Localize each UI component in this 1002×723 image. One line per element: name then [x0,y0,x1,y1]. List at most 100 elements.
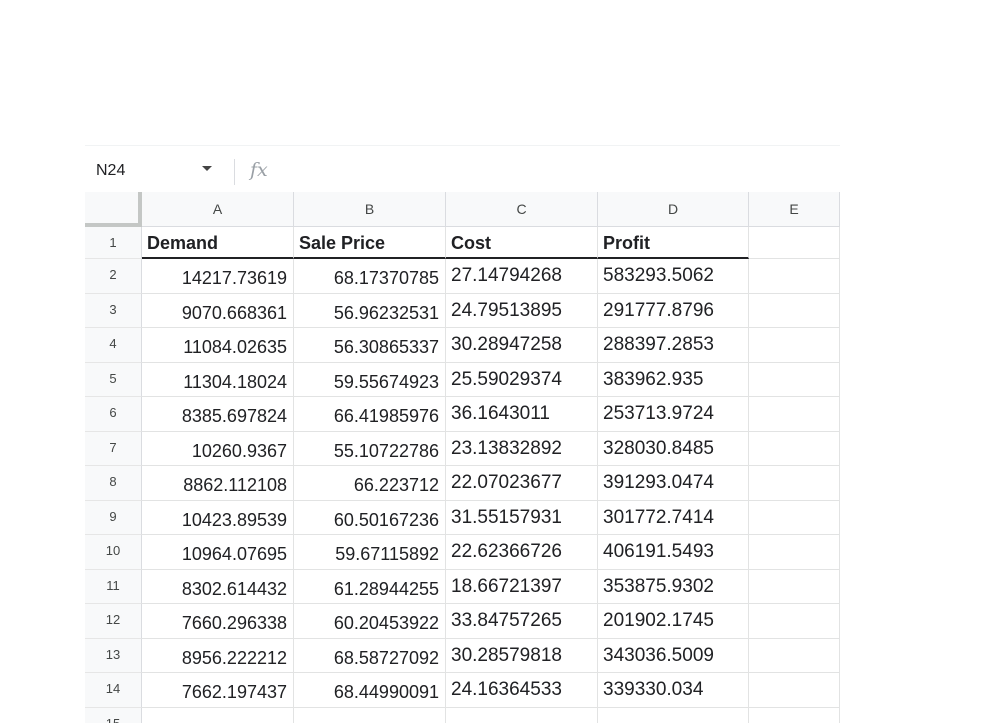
data-cell[interactable]: 201902.1745 [598,604,749,639]
data-cell[interactable]: 27.14794268 [446,259,598,294]
data-cell[interactable]: 60.50167236 [294,500,446,535]
empty-cell[interactable] [749,431,840,466]
empty-cell[interactable] [749,466,840,501]
data-cell[interactable]: 8385.697824 [142,397,294,432]
row-header[interactable]: 14 [85,673,142,708]
empty-cell[interactable] [749,707,840,723]
data-cell[interactable]: 33.84757265 [446,604,598,639]
header-cell[interactable]: Demand [142,227,294,259]
data-cell[interactable]: 8302.614432 [142,569,294,604]
data-cell[interactable]: 66.41985976 [294,397,446,432]
empty-cell[interactable] [749,362,840,397]
data-cell[interactable]: 10423.89539 [142,500,294,535]
data-cell[interactable]: 36.1643011 [446,397,598,432]
row-header[interactable]: 3 [85,293,142,328]
data-cell[interactable]: 383962.935 [598,362,749,397]
data-cell[interactable]: 10964.07695 [142,535,294,570]
data-cell[interactable]: 66.223712 [294,466,446,501]
row-header[interactable]: 4 [85,328,142,363]
row-header[interactable]: 13 [85,638,142,673]
data-cell[interactable] [446,707,598,723]
data-cell[interactable]: 68.17370785 [294,259,446,294]
row-header[interactable]: 6 [85,397,142,432]
data-cell[interactable]: 22.62366726 [446,535,598,570]
empty-cell[interactable] [749,293,840,328]
select-all-corner[interactable] [85,192,142,227]
row-header[interactable]: 8 [85,466,142,501]
data-cell[interactable]: 328030.8485 [598,431,749,466]
row-header[interactable]: 1 [85,227,142,259]
row-header[interactable]: 2 [85,259,142,294]
empty-cell[interactable] [749,500,840,535]
row-header[interactable]: 9 [85,500,142,535]
header-cell[interactable]: Sale Price [294,227,446,259]
data-cell[interactable]: 68.44990091 [294,673,446,708]
data-cell[interactable]: 60.20453922 [294,604,446,639]
data-cell[interactable]: 56.96232531 [294,293,446,328]
data-cell[interactable] [294,707,446,723]
data-cell[interactable]: 23.13832892 [446,431,598,466]
data-cell[interactable]: 30.28579818 [446,638,598,673]
data-cell[interactable]: 583293.5062 [598,259,749,294]
row-header[interactable]: 12 [85,604,142,639]
empty-cell[interactable] [749,535,840,570]
column-header-a[interactable]: A [142,192,294,227]
data-cell[interactable] [598,707,749,723]
data-cell[interactable]: 353875.9302 [598,569,749,604]
data-cell[interactable]: 56.30865337 [294,328,446,363]
data-cell[interactable]: 8956.222212 [142,638,294,673]
data-cell[interactable]: 31.55157931 [446,500,598,535]
data-cell[interactable]: 406191.5493 [598,535,749,570]
data-cell[interactable]: 30.28947258 [446,328,598,363]
data-cell[interactable]: 301772.7414 [598,500,749,535]
data-cell[interactable]: 24.79513895 [446,293,598,328]
data-cell[interactable]: 11304.18024 [142,362,294,397]
data-cell[interactable]: 7660.296338 [142,604,294,639]
row-header[interactable]: 5 [85,362,142,397]
data-cell[interactable]: 59.67115892 [294,535,446,570]
empty-cell[interactable] [749,328,840,363]
empty-cell[interactable] [749,569,840,604]
empty-cell[interactable] [749,638,840,673]
data-cell[interactable]: 59.55674923 [294,362,446,397]
header-cell[interactable]: Profit [598,227,749,259]
empty-cell[interactable] [749,673,840,708]
column-header-c[interactable]: C [446,192,598,227]
data-cell[interactable]: 55.10722786 [294,431,446,466]
data-cell[interactable]: 61.28944255 [294,569,446,604]
cell-value: 328030.8485 [603,437,714,459]
data-cell[interactable]: 10260.9367 [142,431,294,466]
empty-cell[interactable] [749,259,840,294]
data-cell[interactable]: 11084.02635 [142,328,294,363]
data-cell[interactable]: 18.66721397 [446,569,598,604]
row-header[interactable]: 10 [85,535,142,570]
row-header[interactable]: 7 [85,431,142,466]
column-header-e[interactable]: E [749,192,840,227]
data-cell[interactable]: 9070.668361 [142,293,294,328]
data-cell[interactable]: 24.16364533 [446,673,598,708]
data-cell[interactable]: 291777.8796 [598,293,749,328]
empty-cell[interactable] [749,604,840,639]
data-cell[interactable]: 8862.112108 [142,466,294,501]
data-cell[interactable]: 14217.73619 [142,259,294,294]
data-cell[interactable]: 288397.2853 [598,328,749,363]
empty-cell[interactable] [749,397,840,432]
header-cell[interactable]: Cost [446,227,598,259]
data-cell[interactable]: 391293.0474 [598,466,749,501]
data-cell[interactable]: 339330.034 [598,673,749,708]
row-header[interactable]: 11 [85,569,142,604]
data-cell[interactable]: 68.58727092 [294,638,446,673]
empty-cell[interactable] [749,227,840,259]
data-cell[interactable]: 22.07023677 [446,466,598,501]
column-header-b[interactable]: B [294,192,446,227]
data-cell[interactable]: 253713.9724 [598,397,749,432]
data-cell[interactable]: 7662.197437 [142,673,294,708]
cell-value: 66.223712 [353,475,439,495]
data-cell[interactable] [142,707,294,723]
name-box-dropdown-icon[interactable] [202,166,212,171]
data-cell[interactable]: 343036.5009 [598,638,749,673]
column-header-d[interactable]: D [598,192,749,227]
row-header[interactable]: 15 [85,707,142,723]
data-cell[interactable]: 25.59029374 [446,362,598,397]
name-box[interactable]: N24 [96,162,125,180]
